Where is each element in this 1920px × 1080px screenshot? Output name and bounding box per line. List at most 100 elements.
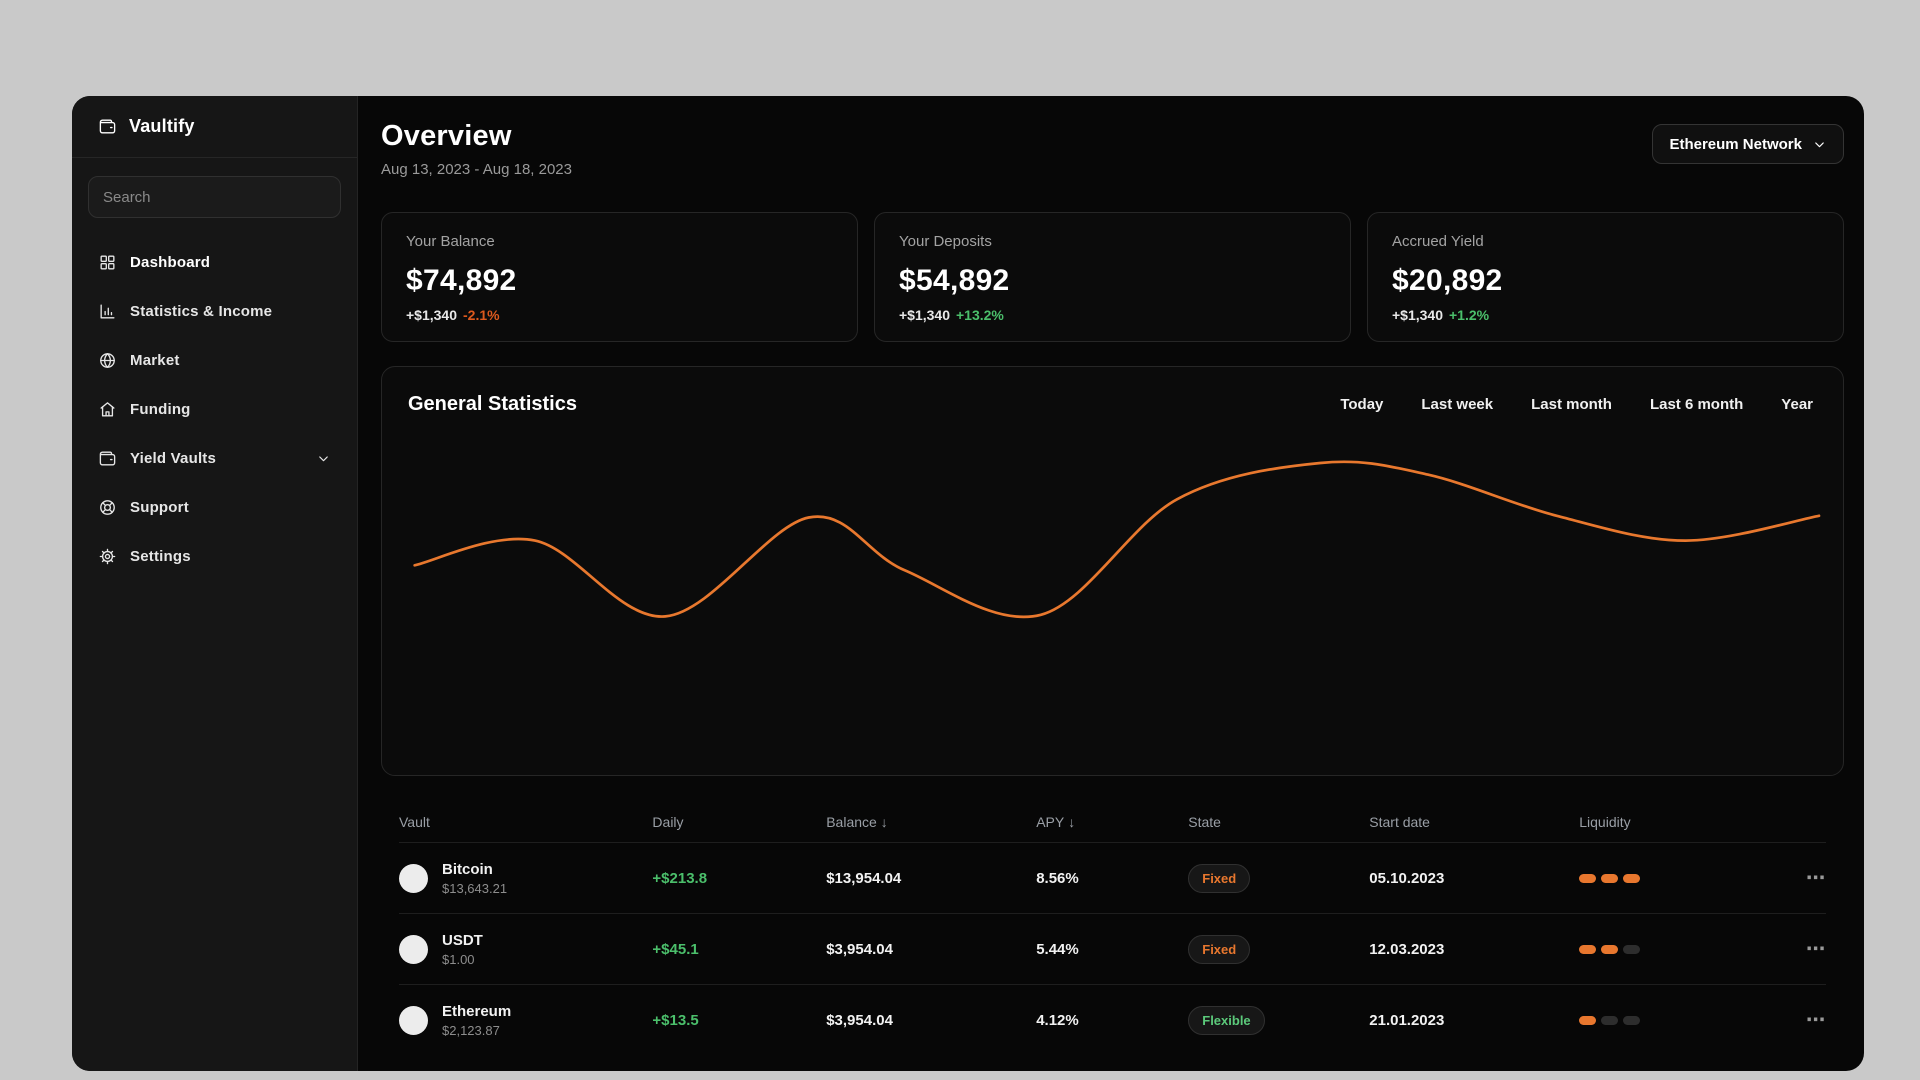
sidebar-item-statistics-income[interactable]: Statistics & Income xyxy=(88,287,341,336)
sort-down-icon: ↓ xyxy=(880,814,888,830)
stat-value: $54,892 xyxy=(899,264,1010,297)
chart-filter-last-month[interactable]: Last month xyxy=(1531,396,1612,413)
app-window: Vaultify Dashboard Statisti xyxy=(72,96,1864,1071)
general-statistics-panel: General Statistics Today Last week Last … xyxy=(381,366,1844,776)
statistics-line-chart xyxy=(382,430,1843,760)
table-row-bitcoin[interactable]: Bitcoin $13,643.21 +$213.8 $13,954.04 8.… xyxy=(399,843,1826,914)
apy-value: 5.44% xyxy=(1036,940,1079,958)
chart-filter-today[interactable]: Today xyxy=(1340,396,1383,413)
start-date: 21.01.2023 xyxy=(1369,1012,1445,1029)
stat-cards: Your Balance $74,892 +$1,340 -2.1% Your D… xyxy=(381,212,1844,342)
col-start-date[interactable]: Start date xyxy=(1369,814,1579,830)
stat-delta-percent: +13.2% xyxy=(956,307,1004,323)
stat-delta-percent: +1.2% xyxy=(1449,307,1490,323)
balance-value: $3,954.04 xyxy=(826,1012,893,1029)
sidebar-item-label: Funding xyxy=(130,401,191,418)
sidebar-item-label: Statistics & Income xyxy=(130,303,273,320)
gear-icon xyxy=(99,548,116,565)
col-apy[interactable]: APY ↓ xyxy=(1036,814,1188,830)
col-state[interactable]: State xyxy=(1188,814,1369,830)
sidebar: Vaultify Dashboard Statisti xyxy=(72,96,358,1071)
vaults-table: Vault Daily Balance ↓ APY ↓ State Start da… xyxy=(381,802,1844,1056)
chart-filter-last-week[interactable]: Last week xyxy=(1421,396,1493,413)
vault-price: $2,123.87 xyxy=(442,1023,500,1038)
stat-delta-amount: +$1,340 xyxy=(406,307,457,323)
chevron-down-icon xyxy=(1815,141,1824,147)
date-range: Aug 13, 2023 - Aug 18, 2023 xyxy=(381,161,572,178)
row-menu-button[interactable]: ⋯ xyxy=(1782,938,1826,961)
stat-delta: +$1,340 -2.1% xyxy=(406,307,833,323)
stat-label: Your Deposits xyxy=(899,233,992,250)
vault-price: $1.00 xyxy=(442,951,475,967)
sidebar-item-label: Market xyxy=(130,352,180,369)
globe-icon xyxy=(100,353,115,368)
network-selector[interactable]: Ethereum Network xyxy=(1652,124,1844,164)
stat-card-accrued-yield: Accrued Yield $20,892 +$1,340 +1.2% xyxy=(1367,212,1844,342)
vault-price: $13,643.21 xyxy=(442,880,508,896)
vault-avatar xyxy=(399,1006,428,1035)
start-date: 12.03.2023 xyxy=(1369,940,1445,958)
apy-value: 4.12% xyxy=(1036,1012,1079,1029)
sidebar-item-label: Support xyxy=(130,499,189,516)
brand-name: Vaultify xyxy=(129,116,195,136)
vault-name: Bitcoin xyxy=(442,860,493,878)
search-input[interactable] xyxy=(88,176,341,218)
table-row-usdt[interactable]: USDT $1.00 +$45.1 $3,954.04 5.44% Fixed … xyxy=(399,914,1826,985)
bar-chart-icon xyxy=(100,304,115,319)
apy-value: 8.56% xyxy=(1036,869,1079,887)
balance-value: $13,954.04 xyxy=(826,869,902,887)
start-date: 05.10.2023 xyxy=(1369,869,1445,887)
stat-delta: +$1,340 +13.2% xyxy=(899,307,1326,323)
home-icon xyxy=(100,402,115,417)
sidebar-item-funding[interactable]: Funding xyxy=(88,385,341,434)
stat-card-balance: Your Balance $74,892 +$1,340 -2.1% xyxy=(381,212,858,342)
search-box xyxy=(88,176,341,218)
main-content: Overview Aug 13, 2023 - Aug 18, 2023 Eth… xyxy=(358,96,1864,1071)
stat-delta-percent: -2.1% xyxy=(463,307,500,323)
wallet-icon xyxy=(99,451,116,466)
sidebar-item-settings[interactable]: Settings xyxy=(88,532,341,581)
brand: Vaultify xyxy=(72,96,357,158)
chart-line xyxy=(413,460,1821,619)
stat-value: $20,892 xyxy=(1392,264,1503,297)
vault-avatar xyxy=(399,863,428,893)
liquidity-indicator xyxy=(1579,873,1782,883)
chart-filter-year[interactable]: Year xyxy=(1781,396,1813,413)
sidebar-item-label: Dashboard xyxy=(130,254,211,271)
sidebar-item-yield-vaults[interactable]: Yield Vaults xyxy=(88,434,341,483)
table-header-row: Vault Daily Balance ↓ APY ↓ State Start da… xyxy=(399,802,1826,843)
table-row-ethereum[interactable]: Ethereum $2,123.87 +$13.5 $3,954.04 4.12… xyxy=(399,985,1826,1056)
sidebar-item-market[interactable]: Market xyxy=(88,336,341,385)
page-header: Overview Aug 13, 2023 - Aug 18, 2023 Eth… xyxy=(381,120,1844,178)
state-badge: Flexible xyxy=(1188,1006,1265,1035)
stat-delta: +$1,340 +1.2% xyxy=(1392,307,1819,323)
wallet-logo-icon xyxy=(99,119,116,134)
panel-title: General Statistics xyxy=(408,393,577,415)
page-title: Overview xyxy=(381,120,512,152)
daily-change: +$13.5 xyxy=(652,1012,699,1029)
sidebar-item-support[interactable]: Support xyxy=(88,483,341,532)
daily-change: +$213.8 xyxy=(652,869,708,887)
stat-delta-amount: +$1,340 xyxy=(1392,307,1443,323)
stat-value: $74,892 xyxy=(406,264,517,297)
sidebar-item-label: Yield Vaults xyxy=(130,450,217,467)
sidebar-item-label: Settings xyxy=(130,548,191,565)
state-badge: Fixed xyxy=(1188,934,1251,964)
chart-filter-last-6-month[interactable]: Last 6 month xyxy=(1650,396,1743,413)
dashboard-grid-icon xyxy=(100,255,115,270)
col-balance[interactable]: Balance ↓ xyxy=(826,814,1036,830)
stat-label: Your Balance xyxy=(406,233,495,250)
row-menu-button[interactable]: ⋯ xyxy=(1782,867,1826,890)
sidebar-item-dashboard[interactable]: Dashboard xyxy=(88,238,341,287)
vault-name: USDT xyxy=(442,931,483,949)
state-badge: Fixed xyxy=(1188,863,1251,893)
liquidity-indicator xyxy=(1579,944,1782,954)
stat-label: Accrued Yield xyxy=(1392,233,1484,250)
network-selector-label: Ethereum Network xyxy=(1669,135,1802,153)
liquidity-indicator xyxy=(1579,1016,1782,1025)
col-daily[interactable]: Daily xyxy=(652,814,826,830)
col-vault[interactable]: Vault xyxy=(399,814,652,830)
row-menu-button[interactable]: ⋯ xyxy=(1782,1009,1826,1032)
chevron-down-icon xyxy=(319,456,328,462)
col-liquidity[interactable]: Liquidity xyxy=(1579,814,1782,830)
